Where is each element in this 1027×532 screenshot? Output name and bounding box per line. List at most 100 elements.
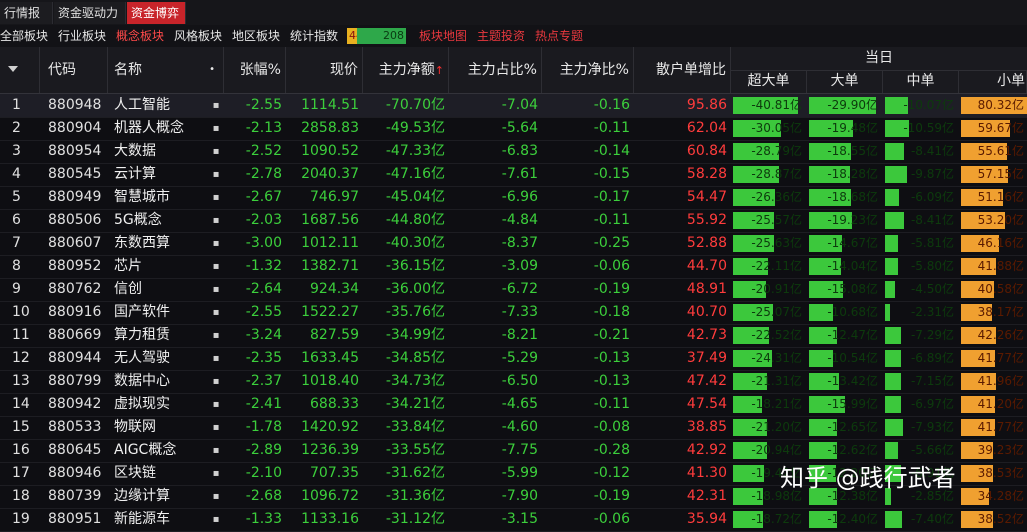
large-bar: -18.28亿 — [809, 166, 881, 183]
col-super-large[interactable]: 超大单 — [731, 70, 807, 93]
row-dot: ▪ — [212, 422, 220, 433]
table-row[interactable]: 1 880948 人工智能 ▪ -2.55 1114.51 -70.70亿 -7.04 -0.1… — [0, 94, 1027, 118]
row-code: 880762 — [48, 281, 102, 297]
row-main-share: -4.60 — [501, 419, 538, 435]
medium-bar-fill — [885, 327, 901, 344]
down-count: 208 — [357, 28, 406, 44]
table-row[interactable]: 3 880954 大数据 ▪ -2.52 1090.52 -47.33亿 -6.83 -0.14… — [0, 140, 1027, 164]
large-bar-label: -18.55亿 — [827, 144, 878, 158]
row-main-net-ratio: -0.13 — [593, 373, 630, 389]
table-row[interactable]: 6 880506 5G概念 ▪ -2.03 1687.56 -44.80亿 -4.84 -0.1… — [0, 209, 1027, 233]
table-row[interactable]: 19 880951 新能源车 ▪ -1.33 1133.16 -31.12亿 -3.15 -0.… — [0, 508, 1027, 532]
tab-fund-game[interactable]: 资金博弈 — [127, 2, 186, 24]
row-main-net: -31.36亿 — [385, 488, 445, 504]
link-hot-topics[interactable]: 热点专题 — [535, 25, 583, 47]
row-retail-increase: 44.70 — [686, 258, 727, 274]
row-main-net-ratio: -0.28 — [593, 442, 630, 458]
row-change-pct: -2.89 — [245, 442, 282, 458]
row-main-net: -33.84亿 — [385, 419, 445, 435]
col-price[interactable]: 现价 — [286, 47, 363, 93]
large-bar-label: -29.90亿 — [827, 98, 878, 112]
col-medium[interactable]: 中单 — [883, 70, 959, 93]
sort-dropdown[interactable] — [0, 47, 40, 93]
link-theme-invest[interactable]: 主题投资 — [477, 25, 525, 47]
super-large-bar-label: -25.57亿 — [751, 213, 802, 227]
table-row[interactable]: 15 880533 物联网 ▪ -1.78 1420.92 -33.84亿 -4.60 -0.0… — [0, 416, 1027, 440]
medium-bar-label: -8.41亿 — [910, 144, 954, 158]
section-concept[interactable]: 概念板块 — [116, 25, 164, 47]
row-main-net-ratio: -0.11 — [593, 212, 630, 228]
section-bar: 全部板块 行业板块 概念板块 风格板块 地区板块 统计指数 44 208 板块地… — [0, 25, 1027, 48]
row-dot: ▪ — [212, 169, 220, 180]
row-main-share: -6.50 — [501, 373, 538, 389]
row-main-share: -6.72 — [501, 281, 538, 297]
row-name: 云计算 — [114, 166, 156, 182]
col-code[interactable]: 代码 — [40, 47, 108, 93]
large-bar-label: -14.67亿 — [827, 236, 878, 250]
table-row[interactable]: 8 880952 芯片 ▪ -1.32 1382.71 -36.15亿 -3.09 -0.06 4… — [0, 255, 1027, 279]
row-change-pct: -2.35 — [245, 350, 282, 366]
table-row[interactable]: 13 880799 数据中心 ▪ -2.37 1018.40 -34.73亿 -6.50 -0.… — [0, 370, 1027, 394]
row-price: 1096.72 — [301, 488, 359, 504]
col-name[interactable]: 名称 • — [108, 47, 224, 93]
medium-bar-fill — [885, 189, 899, 206]
up-count: 44 — [347, 28, 363, 44]
small-bar-label: 53.20亿 — [977, 213, 1024, 227]
row-main-net-ratio: -0.18 — [593, 304, 630, 320]
medium-bar-label: -10.07亿 — [903, 98, 954, 112]
col-large[interactable]: 大单 — [807, 70, 883, 93]
row-main-net: -47.16亿 — [385, 166, 445, 182]
col-main-net-ratio[interactable]: 主力净比% — [542, 47, 634, 93]
row-main-net: -34.73亿 — [385, 373, 445, 389]
row-change-pct: -2.55 — [245, 304, 282, 320]
section-region[interactable]: 地区板块 — [232, 25, 280, 47]
section-all[interactable]: 全部板块 — [0, 25, 48, 47]
medium-bar: -6.97亿 — [885, 396, 957, 413]
row-change-pct: -3.24 — [245, 327, 282, 343]
tab-quote[interactable]: 行情报价 — [0, 2, 53, 42]
small-bar: 55.61亿 — [961, 143, 1027, 160]
table-row[interactable]: 4 880545 云计算 ▪ -2.78 2040.37 -47.16亿 -7.61 -0.15… — [0, 163, 1027, 187]
table-row[interactable]: 7 880607 东数西算 ▪ -3.00 1012.11 -40.30亿 -8.37 -0.2… — [0, 232, 1027, 256]
row-dot: ▪ — [212, 215, 220, 226]
row-price: 1090.52 — [301, 143, 359, 159]
table-row[interactable]: 12 880944 无人驾驶 ▪ -2.35 1633.45 -34.85亿 -5.29 -0.… — [0, 347, 1027, 371]
section-industry[interactable]: 行业板块 — [58, 25, 106, 47]
table-row[interactable]: 11 880669 算力租赁 ▪ -3.24 827.59 -34.99亿 -8.21 -0.2… — [0, 324, 1027, 348]
col-name-dot: • — [209, 64, 215, 75]
table-row[interactable]: 10 880916 国产软件 ▪ -2.55 1522.27 -35.76亿 -7.33 -0.… — [0, 301, 1027, 325]
col-main-share[interactable]: 主力占比% — [449, 47, 542, 93]
row-main-share: -8.37 — [501, 235, 538, 251]
col-retail-increase[interactable]: 散户单增比 — [634, 47, 731, 93]
medium-bar-fill — [885, 442, 898, 459]
section-style[interactable]: 风格板块 — [174, 25, 222, 47]
table-row[interactable]: 9 880762 信创 ▪ -2.64 924.34 -36.00亿 -6.72 -0.19 48… — [0, 278, 1027, 302]
row-main-share: -7.61 — [501, 166, 538, 182]
super-large-bar-label: -22.11亿 — [751, 259, 802, 273]
row-code: 880946 — [48, 465, 102, 481]
row-main-net-ratio: -0.17 — [593, 189, 630, 205]
col-main-net[interactable]: 主力净额↑ — [363, 47, 449, 93]
col-small[interactable]: 小单 — [959, 70, 1027, 93]
link-sector-map[interactable]: 板块地图 — [419, 25, 467, 47]
super-large-bar-label: -22.52亿 — [751, 328, 802, 342]
small-bar: 80.32亿 — [961, 97, 1027, 114]
medium-bar: -9.87亿 — [885, 166, 957, 183]
super-large-bar-label: -20.94亿 — [751, 443, 802, 457]
large-bar: -18.68亿 — [809, 189, 881, 206]
super-large-bar-label: -21.20亿 — [751, 420, 802, 434]
table-row[interactable]: 5 880949 智慧城市 ▪ -2.67 746.97 -45.04亿 -6.96 -0.17… — [0, 186, 1027, 210]
tab-fund-drive[interactable]: 资金驱动力 — [54, 2, 126, 24]
medium-bar-fill — [885, 281, 895, 298]
table-row[interactable]: 14 880942 虚拟现实 ▪ -2.41 688.33 -34.21亿 -4.65 -0.1… — [0, 393, 1027, 417]
row-index: 4 — [12, 166, 21, 182]
row-change-pct: -2.55 — [245, 97, 282, 113]
medium-bar: -10.07亿 — [885, 97, 957, 114]
row-main-net: -31.62亿 — [385, 465, 445, 481]
table-row[interactable]: 2 880904 机器人概念 ▪ -2.13 2858.83 -49.53亿 -5.64 -0.… — [0, 117, 1027, 141]
large-bar: -12.65亿 — [809, 419, 881, 436]
row-change-pct: -1.78 — [245, 419, 282, 435]
small-bar-label: 41.77亿 — [977, 420, 1024, 434]
col-change-pct[interactable]: 张幅% — [224, 47, 286, 93]
section-stat-index[interactable]: 统计指数 — [290, 25, 338, 47]
